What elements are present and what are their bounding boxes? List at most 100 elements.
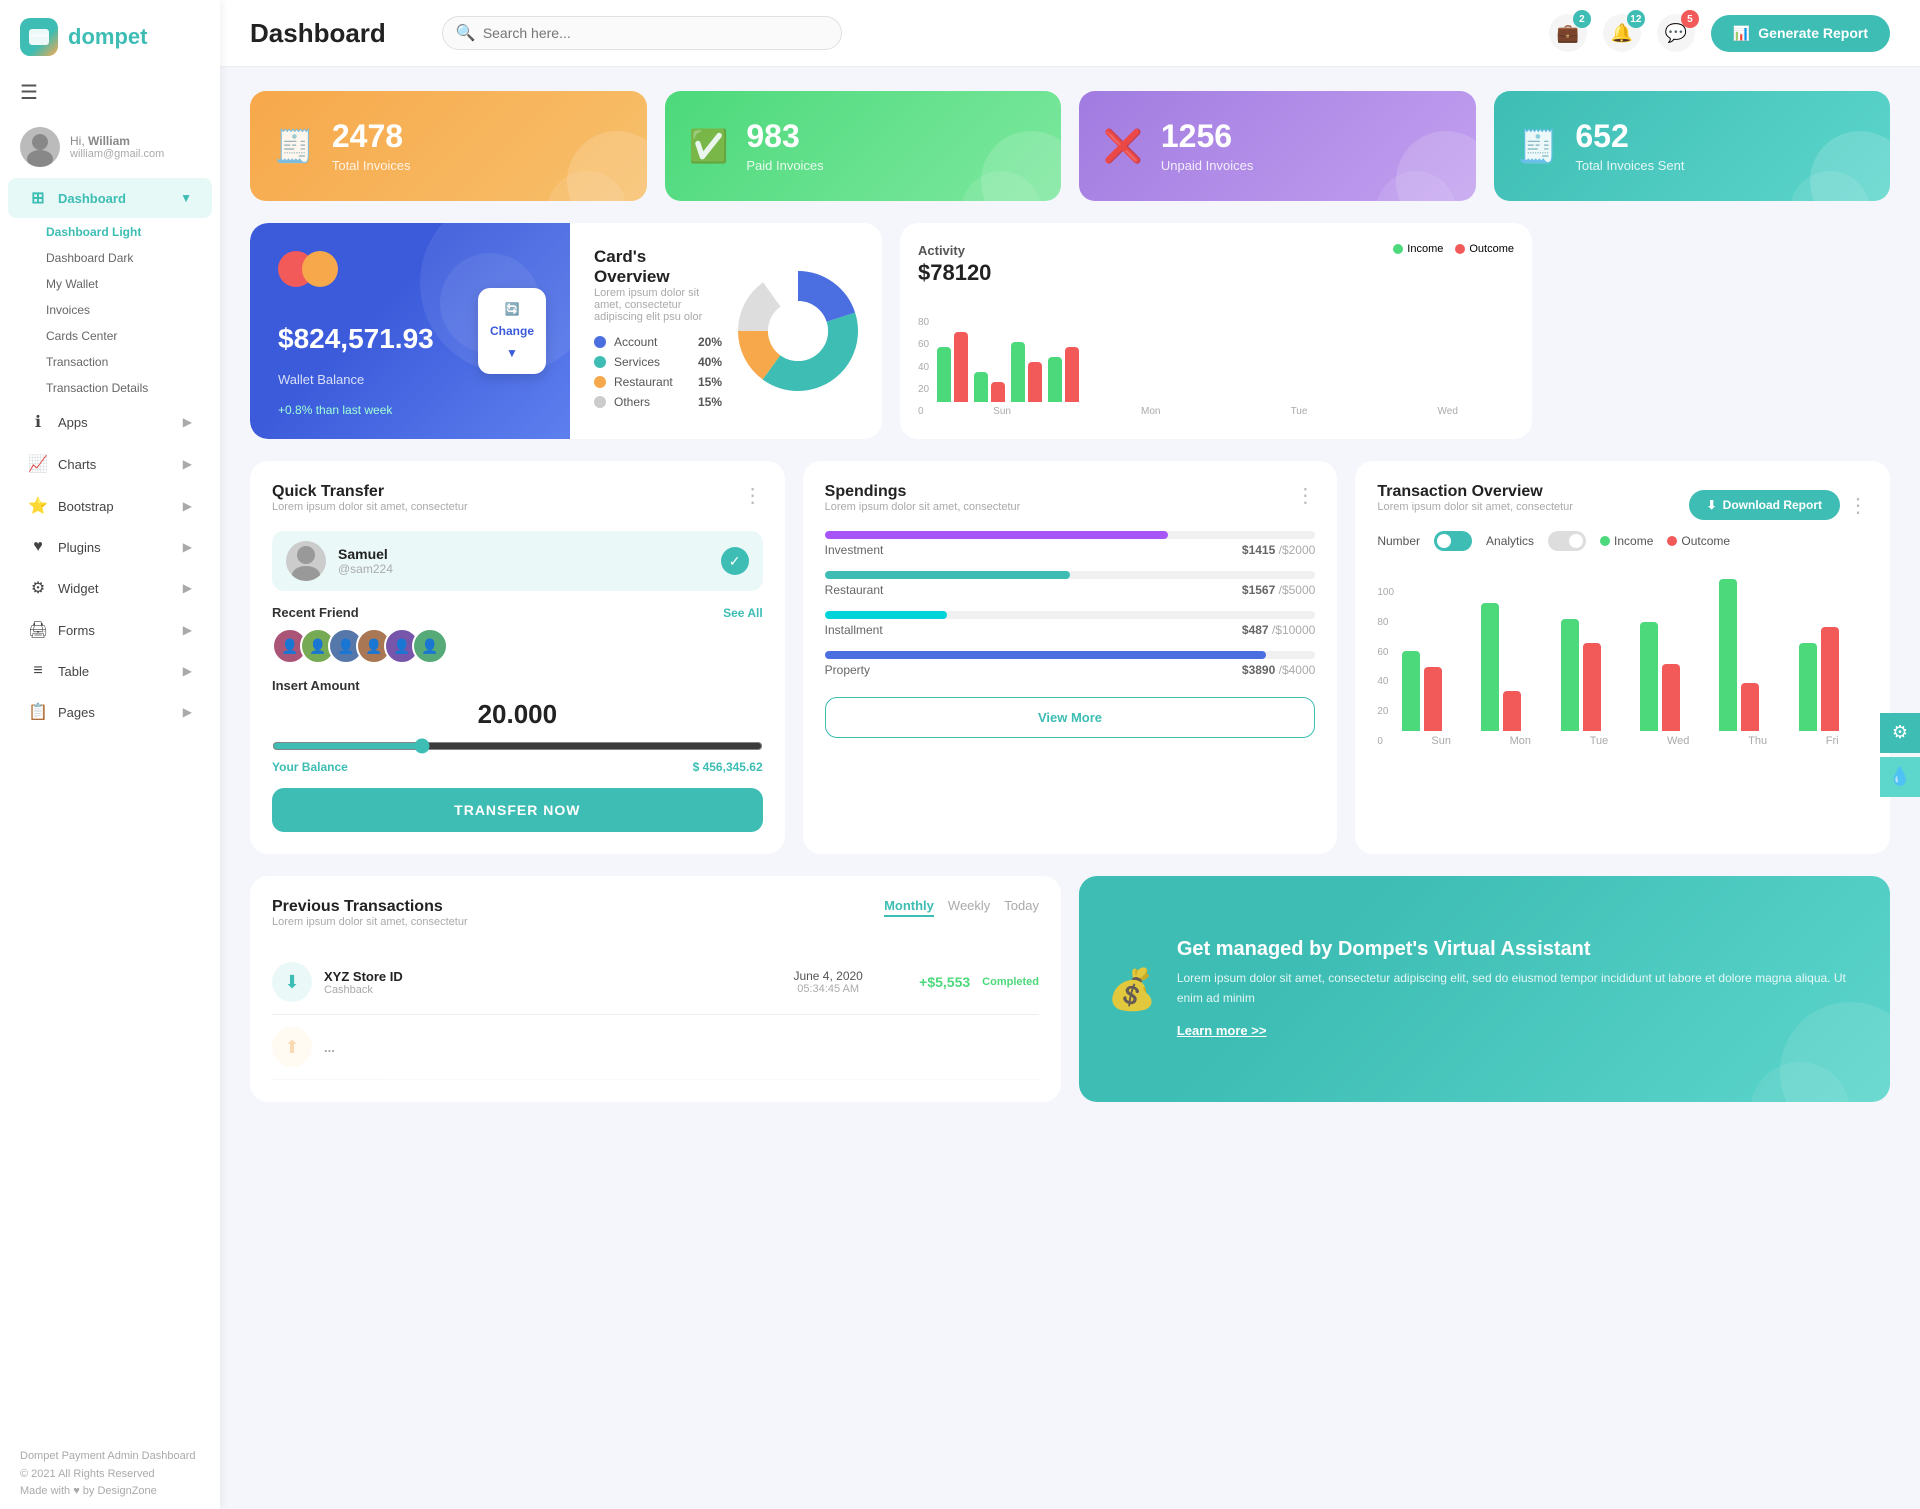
quick-transfer-title: Quick Transfer [272,483,468,501]
trans-overview-desc: Lorem ipsum dolor sit amet, consectetur [1377,501,1573,513]
sidebar-item-table[interactable]: ≡ Table ▶ [8,652,212,690]
apps-icon: ℹ [28,412,48,432]
unpaid-invoices-label: Unpaid Invoices [1161,158,1254,173]
logo-icon [20,18,58,56]
sidebar-subitem-transaction-details[interactable]: Transaction Details [0,375,220,401]
sidebar-subitem-invoices[interactable]: Invoices [0,297,220,323]
toggle-row: Number Analytics Income Outcome [1377,531,1868,551]
activity-legend: Income Outcome [1393,243,1514,255]
wallet-change-btn[interactable]: 🔄 Change ▼ [478,288,546,374]
stat-card-total-invoices: 🧾 2478 Total Invoices [250,91,647,201]
water-float-btn[interactable]: 💧 [1880,757,1920,797]
sidebar-item-label: Widget [58,581,98,596]
trans-x-labels: SunMonTueWedThuFri [1402,735,1868,747]
settings-float-btn[interactable]: ⚙ [1880,713,1920,753]
donut-chart [738,271,858,391]
wallet-change: +0.8% than last week [278,403,542,417]
contact-check-icon: ✓ [721,547,749,575]
right-float-buttons: ⚙ 💧 [1880,713,1920,797]
forms-icon: 🖨 [28,620,48,640]
transfer-now-button[interactable]: TRANSFER NOW [272,788,763,832]
friend-6[interactable]: 👤 [412,628,448,664]
view-more-button[interactable]: View More [825,697,1316,738]
recent-friends-label: Recent Friend [272,605,359,620]
spending-restaurant: Restaurant $1567 /$5000 [825,571,1316,597]
sidebar-subitem-cards-center[interactable]: Cards Center [0,323,220,349]
contact-id: @sam224 [338,562,393,576]
previous-transactions-card: Previous Transactions Lorem ipsum dolor … [250,876,1061,1102]
contact-name: Samuel [338,546,393,562]
cards-overview: Card's Overview Lorem ipsum dolor sit am… [570,223,882,439]
chat-badge: 5 [1681,10,1699,28]
more-options-btn[interactable]: ⋮ [743,483,763,508]
sidebar-subitem-my-wallet[interactable]: My Wallet [0,271,220,297]
va-icon: 💰 [1107,966,1157,1013]
bar-fri [1799,627,1868,731]
tab-today[interactable]: Today [1004,898,1039,917]
notification-btn[interactable]: 🔔 12 [1603,14,1641,52]
wallet-overview-section: $824,571.93 Wallet Balance +0.8% than la… [250,223,882,439]
prev-tabs: Monthly Weekly Today [884,898,1039,917]
sidebar-item-widget[interactable]: ⚙ Widget ▶ [8,568,212,608]
sidebar-item-charts[interactable]: 📈 Charts ▶ [8,444,212,484]
sidebar-item-label: Bootstrap [58,499,114,514]
restaurant-bar [825,571,1070,579]
trans-icon-2: ⬆ [272,1027,312,1067]
search-input[interactable] [442,16,842,50]
property-bar [825,651,1267,659]
trans-date: June 4, 2020 05:34:45 AM [778,969,878,995]
avatar [20,127,60,167]
bar-group-tue [1011,342,1042,402]
income-bar [974,372,988,402]
header: Dashboard 🔍 💼 2 🔔 12 💬 5 📊 Generate Repo… [220,0,1920,67]
total-invoices-value: 2478 [332,119,411,154]
quick-transfer-desc: Lorem ipsum dolor sit amet, consectetur [272,501,468,513]
paid-invoices-value: 983 [746,119,823,154]
hamburger-btn[interactable]: ☰ [0,70,220,115]
number-toggle[interactable] [1434,531,1472,551]
income-bar [1048,357,1062,402]
activity-card: Activity $78120 Income Outcome [900,223,1532,439]
download-report-button[interactable]: ⬇ Download Report [1689,490,1840,520]
stat-cards-row: 🧾 2478 Total Invoices ✅ 983 Paid Invoice… [250,91,1890,201]
sidebar-item-dashboard[interactable]: ⊞ Dashboard ▼ [8,178,212,218]
sidebar-item-apps[interactable]: ℹ Apps ▶ [8,402,212,442]
generate-report-button[interactable]: 📊 Generate Report [1711,15,1890,52]
sidebar-subitem-dashboard-dark[interactable]: Dashboard Dark [0,245,220,271]
x-axis-labels: SunMonTueWed [937,406,1514,417]
chevron-right-icon: ▶ [183,581,192,595]
messages-btn[interactable]: 💬 5 [1657,14,1695,52]
outcome-dot [1455,244,1465,254]
trans-more-btn[interactable]: ⋮ [1848,493,1868,518]
transfer-contact[interactable]: Samuel @sam224 ✓ [272,531,763,591]
sidebar-subitem-transaction[interactable]: Transaction [0,349,220,375]
sent-invoices-value: 652 [1575,119,1684,154]
tab-monthly[interactable]: Monthly [884,898,934,917]
sidebar-item-forms[interactable]: 🖨 Forms ▶ [8,610,212,650]
va-card: 💰 Get managed by Dompet's Virtual Assist… [1079,876,1890,1102]
analytics-toggle[interactable] [1548,531,1586,551]
user-greeting: Hi, William [70,134,164,148]
spending-installment: Installment $487 /$10000 [825,611,1316,637]
table-row: ⬆ ... [272,1015,1039,1080]
wallet-icon-btn[interactable]: 💼 2 [1549,14,1587,52]
va-learn-more-link[interactable]: Learn more >> [1177,1023,1267,1038]
bar-group-sun [937,332,968,402]
others-dot [594,396,606,408]
spendings-more-btn[interactable]: ⋮ [1295,483,1315,508]
spending-property: Property $3890 /$4000 [825,651,1316,677]
sidebar-item-plugins[interactable]: ♥ Plugins ▶ [8,528,212,566]
sidebar-subitem-dashboard-light[interactable]: Dashboard Light [0,219,220,245]
trans-overview-title: Transaction Overview [1377,483,1573,501]
amount-slider[interactable] [272,738,763,754]
see-all-btn[interactable]: See All [723,606,763,620]
sidebar-item-pages[interactable]: 📋 Pages ▶ [8,692,212,732]
wallet-card: $824,571.93 Wallet Balance +0.8% than la… [250,223,570,439]
prev-trans-title: Previous Transactions [272,898,468,916]
y-axis: 020406080 [918,317,929,417]
bottom-row: Quick Transfer Lorem ipsum dolor sit ame… [250,461,1890,854]
installment-bar [825,611,948,619]
tab-weekly[interactable]: Weekly [948,898,990,917]
sidebar-item-bootstrap[interactable]: ⭐ Bootstrap ▶ [8,486,212,526]
chevron-right-icon: ▶ [183,540,192,554]
